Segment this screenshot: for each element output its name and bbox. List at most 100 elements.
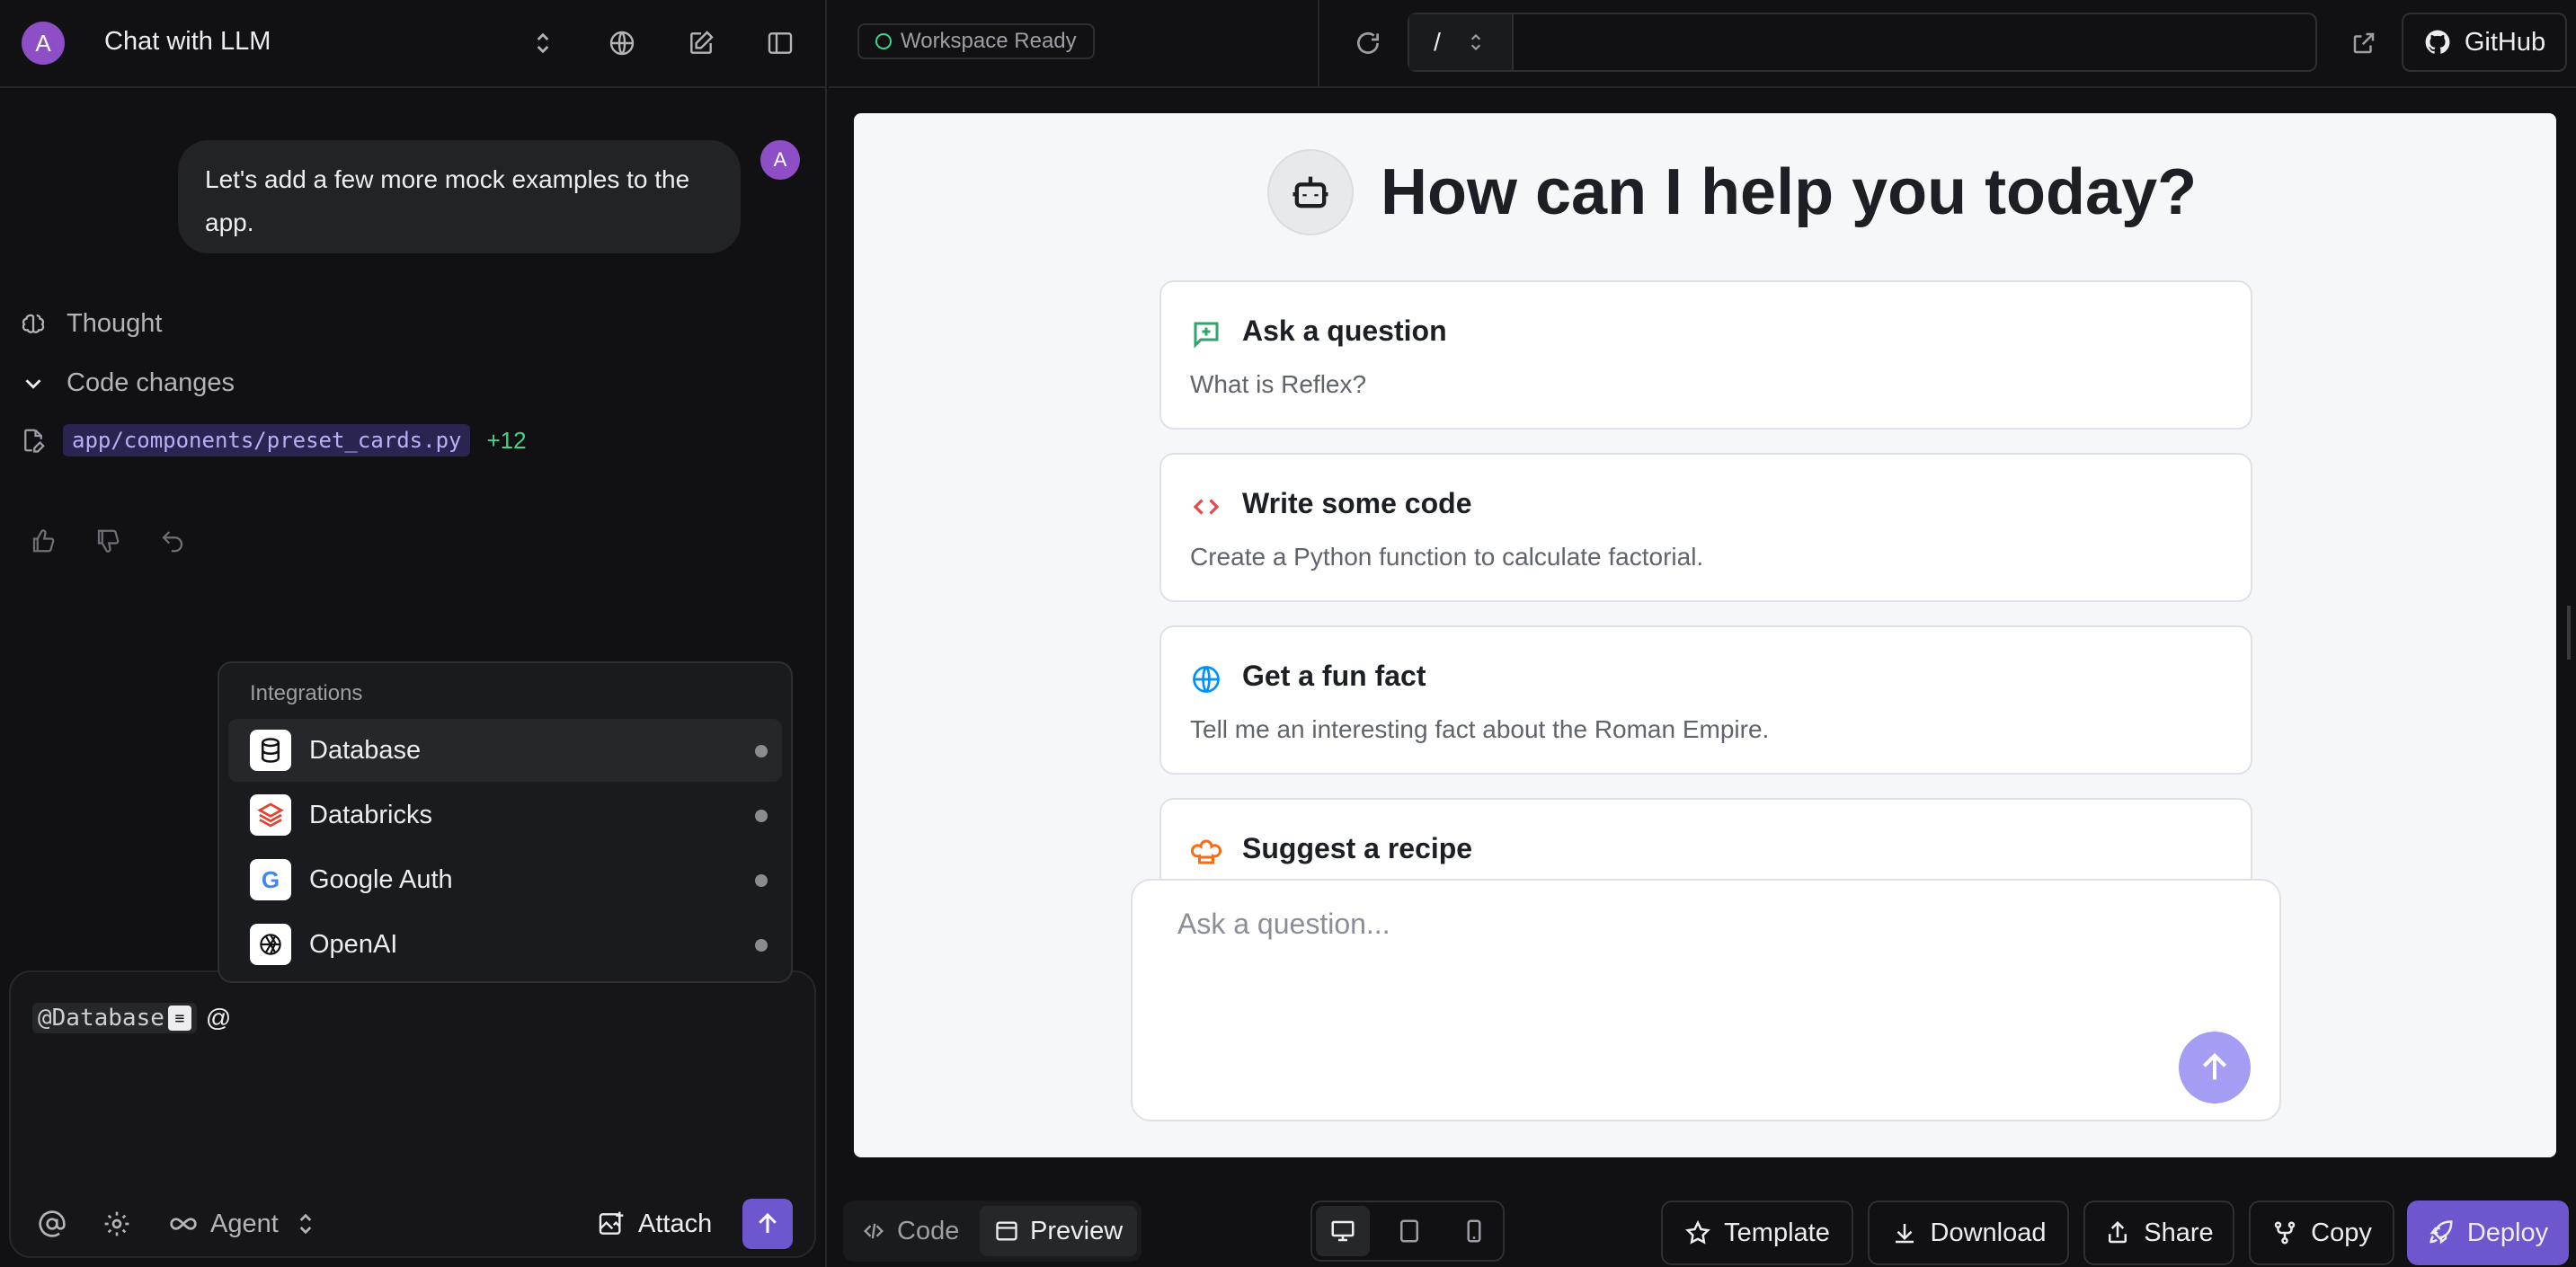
database-icon: ≡: [167, 1006, 191, 1031]
url-input[interactable]: [1514, 14, 2315, 70]
card-subtitle: Tell me an interesting fact about the Ro…: [1190, 715, 1770, 743]
integration-label: Database: [309, 735, 422, 765]
question-placeholder[interactable]: Ask a question...: [1177, 908, 1390, 941]
code-changes-label: Code changes: [67, 368, 235, 397]
card-title: Write some code: [1242, 487, 1472, 519]
arrow-up-icon: [2202, 1052, 2227, 1080]
resize-handle[interactable]: [2567, 606, 2571, 660]
integration-item-google-auth[interactable]: G Google Auth: [228, 848, 782, 911]
mention-text: @Database: [38, 1005, 164, 1032]
refresh-button[interactable]: [1348, 23, 1388, 63]
preview-toolbar: Code Preview Template Download Share Cop…: [829, 1183, 2576, 1267]
preview-tab[interactable]: Preview: [980, 1206, 1138, 1256]
user-message: Let's add a few more mock examples to th…: [178, 140, 741, 253]
gear-icon: [104, 1211, 129, 1236]
github-label: GitHub: [2464, 27, 2546, 57]
template-button[interactable]: Template: [1661, 1201, 1853, 1265]
card-subtitle: Create a Python function to calculate fa…: [1190, 543, 1704, 571]
composer-content[interactable]: @Database ≡ @: [32, 1003, 231, 1033]
integrations-title: Integrations: [250, 681, 363, 705]
undo-icon[interactable]: [155, 523, 191, 559]
integration-label: Databricks: [309, 800, 432, 829]
integration-item-openai[interactable]: OpenAI: [228, 913, 782, 976]
attach-button[interactable]: Attach: [597, 1201, 712, 1247]
mention-chip[interactable]: @Database ≡: [32, 1003, 197, 1033]
thumbs-up-icon[interactable]: [25, 523, 61, 559]
chevron-updown-icon[interactable]: [523, 23, 563, 63]
header-divider: [1318, 0, 1319, 88]
code-changes-toggle[interactable]: Code changes: [20, 368, 235, 398]
bot-icon: [1267, 149, 1354, 235]
mention-button[interactable]: [38, 1201, 67, 1247]
at-sign-icon: [39, 1210, 66, 1237]
tablet-view-button[interactable]: [1382, 1206, 1436, 1256]
preview-send-button[interactable]: [2179, 1032, 2251, 1103]
status-dot: [755, 939, 768, 952]
url-bar[interactable]: /: [1408, 13, 2317, 72]
integration-item-databricks[interactable]: Databricks: [228, 784, 782, 846]
rocket-icon: [2429, 1220, 2453, 1245]
file-path[interactable]: app/components/preset_cards.py: [63, 424, 471, 456]
thought-label: Thought: [67, 309, 163, 338]
code-tab-label: Code: [897, 1216, 960, 1245]
composer-trailing-text: @: [205, 1004, 232, 1032]
chevron-updown-icon: [299, 1213, 312, 1235]
thumbs-down-icon[interactable]: [90, 523, 126, 559]
databricks-icon: [250, 794, 291, 836]
browser-icon: [996, 1221, 1017, 1241]
copy-label: Copy: [2311, 1218, 2372, 1247]
chat-title: Chat with LLM: [104, 27, 271, 56]
globe-icon[interactable]: [602, 23, 642, 63]
code-tab[interactable]: Code: [847, 1206, 973, 1256]
user-avatar[interactable]: A: [22, 22, 65, 65]
deploy-button[interactable]: Deploy: [2407, 1201, 2569, 1265]
card-title: Get a fun fact: [1242, 660, 1426, 692]
github-button[interactable]: GitHub: [2402, 13, 2567, 72]
star-icon: [1685, 1219, 1711, 1245]
route-select[interactable]: /: [1409, 14, 1514, 70]
route-value: /: [1434, 28, 1441, 56]
edit-icon[interactable]: [681, 23, 721, 63]
changed-file-row[interactable]: app/components/preset_cards.py +12: [20, 424, 527, 456]
preview-question-input[interactable]: Ask a question...: [1131, 879, 2281, 1121]
status-dot: [755, 810, 768, 822]
github-icon: [2425, 30, 2450, 54]
share-icon: [2109, 1220, 2127, 1244]
external-link-icon: [2353, 32, 2375, 54]
download-label: Download: [1930, 1218, 2047, 1247]
mobile-view-button[interactable]: [1447, 1206, 1501, 1256]
download-button[interactable]: Download: [1868, 1201, 2069, 1265]
view-toggle: Code Preview: [843, 1201, 1141, 1262]
chef-hat-icon: [1188, 834, 1224, 870]
integrations-popup: Integrations Database Databricks G Googl…: [218, 661, 793, 983]
deploy-label: Deploy: [2466, 1218, 2549, 1247]
send-button[interactable]: [742, 1199, 793, 1249]
monitor-icon: [1331, 1220, 1355, 1242]
copy-button[interactable]: Copy: [2249, 1201, 2394, 1265]
code-icon: [864, 1223, 884, 1239]
device-toggle: [1310, 1201, 1505, 1262]
attach-label: Attach: [638, 1209, 713, 1238]
integration-item-database[interactable]: Database: [228, 719, 782, 782]
file-edit-icon: [24, 429, 45, 453]
workspace-status-text: Workspace Ready: [901, 29, 1077, 53]
preview-panel: Workspace Ready / GitHub How can I help …: [829, 0, 2576, 1267]
share-button[interactable]: Share: [2083, 1201, 2234, 1265]
thought-toggle[interactable]: Thought: [20, 309, 162, 339]
agent-mode-select[interactable]: Agent: [169, 1201, 320, 1247]
settings-button[interactable]: [102, 1201, 131, 1247]
card-title: Suggest a recipe: [1242, 832, 1473, 864]
file-additions: +12: [486, 426, 527, 454]
card-title: Ask a question: [1242, 315, 1447, 347]
desktop-view-button[interactable]: [1316, 1206, 1370, 1256]
integration-label: Google Auth: [309, 864, 453, 894]
open-external-button[interactable]: [2344, 23, 2384, 63]
preset-card-fun-fact[interactable]: Get a fun fact Tell me an interesting fa…: [1159, 625, 2252, 775]
sidebar-toggle-icon[interactable]: [760, 23, 800, 63]
preset-card-ask-question[interactable]: Ask a question What is Reflex?: [1159, 280, 2252, 430]
preset-card-write-code[interactable]: Write some code Create a Python function…: [1159, 453, 2252, 602]
globe-icon: [1188, 661, 1224, 697]
code-icon: [1188, 489, 1224, 525]
preview-heading: How can I help you today?: [1381, 156, 2198, 228]
phone-icon: [1467, 1219, 1481, 1243]
